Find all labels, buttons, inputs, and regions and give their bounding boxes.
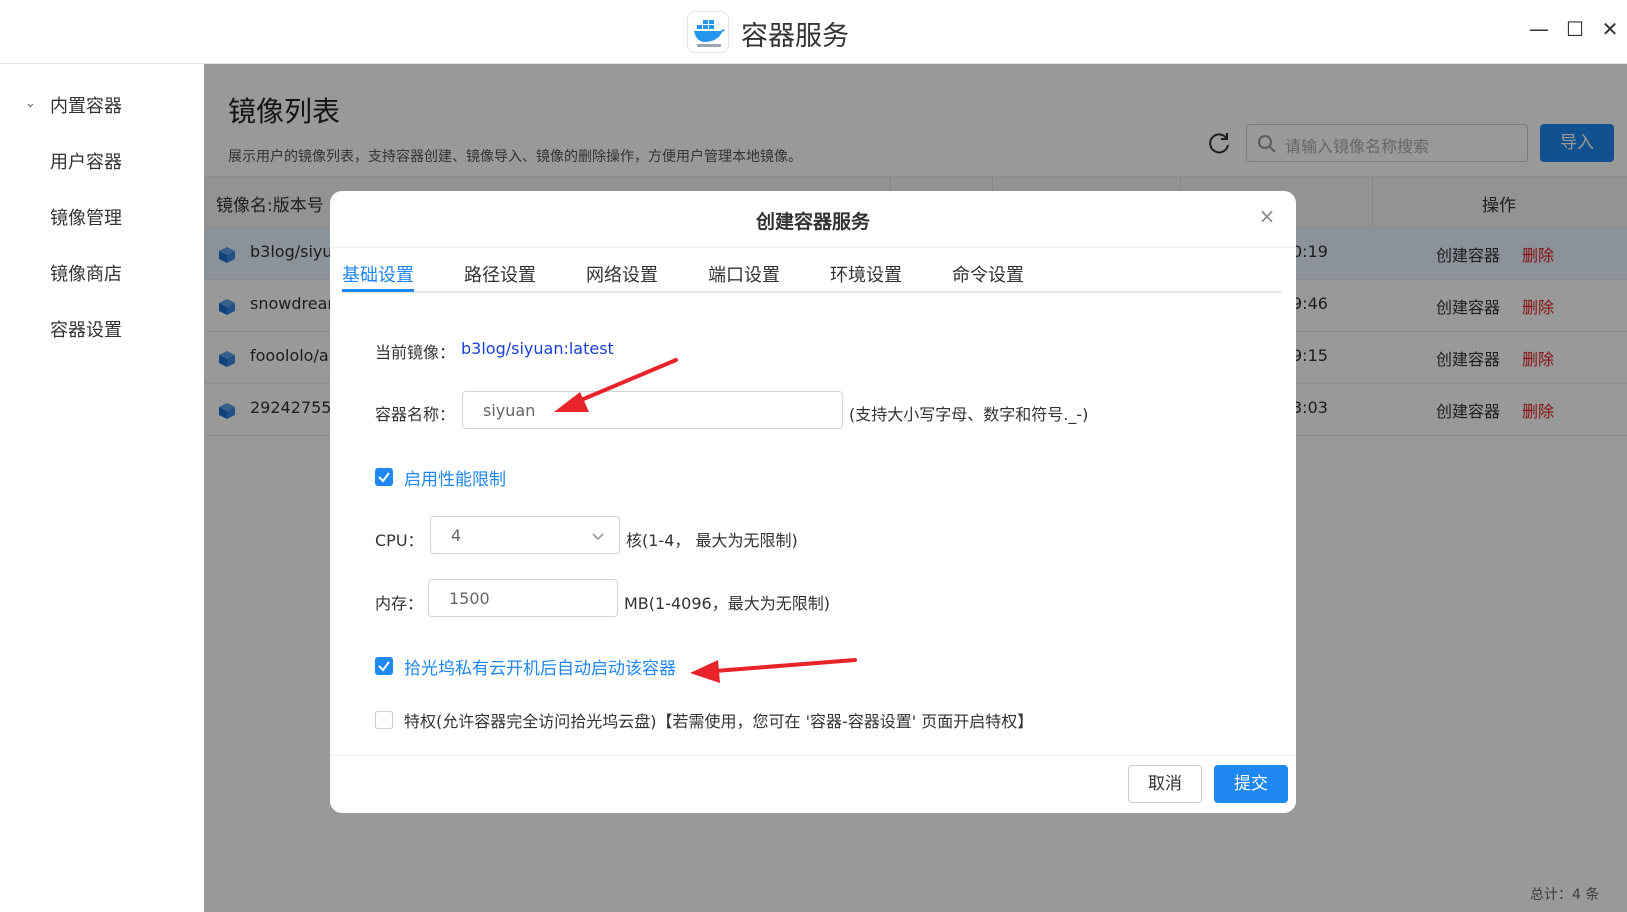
- sidebar-item-user-containers[interactable]: 用户容器: [50, 148, 122, 174]
- privileged-checkbox[interactable]: [375, 711, 393, 729]
- close-icon[interactable]: ×: [1256, 205, 1278, 227]
- tab-env-settings[interactable]: 环境设置: [830, 261, 902, 287]
- cpu-select[interactable]: 4: [430, 516, 620, 554]
- tab-command-settings[interactable]: 命令设置: [952, 261, 1024, 287]
- current-image-value: b3log/siyuan:latest: [461, 339, 614, 358]
- container-name-label: 容器名称：: [375, 405, 456, 424]
- minimize-icon[interactable]: —: [1524, 14, 1554, 44]
- sidebar: ⌄ 内置容器 用户容器 镜像管理 镜像商店 容器设置: [0, 64, 204, 912]
- container-name-input[interactable]: siyuan: [462, 391, 843, 429]
- divider: [330, 755, 1296, 756]
- chevron-down-icon: [592, 533, 604, 541]
- sidebar-item-builtin-containers[interactable]: 内置容器: [50, 92, 122, 118]
- memory-hint: MB(1-4096，最大为无限制): [624, 594, 830, 613]
- checkmark-icon: [378, 661, 390, 672]
- tab-port-settings[interactable]: 端口设置: [708, 261, 780, 287]
- cpu-value: 4: [451, 526, 462, 545]
- perf-limit-label[interactable]: 启用性能限制: [404, 465, 506, 490]
- chevron-down-icon[interactable]: ⌄: [25, 96, 36, 111]
- maximize-icon[interactable]: ☐: [1560, 14, 1590, 44]
- cpu-hint: 核(1-4， 最大为无限制): [626, 531, 798, 550]
- container-name-value: siyuan: [483, 401, 536, 420]
- tab-network-settings[interactable]: 网络设置: [586, 261, 658, 287]
- sidebar-item-image-store[interactable]: 镜像商店: [50, 260, 122, 286]
- cancel-button[interactable]: 取消: [1128, 765, 1202, 803]
- container-name-hint: (支持大小写字母、数字和符号._-): [849, 405, 1089, 424]
- memory-label: 内存：: [375, 594, 424, 613]
- sidebar-item-image-management[interactable]: 镜像管理: [50, 204, 122, 230]
- window-title: 容器服务: [741, 21, 849, 52]
- docker-logo-icon: [687, 11, 729, 53]
- divider: [330, 247, 1296, 248]
- current-image-label: 当前镜像：: [375, 343, 456, 362]
- tab-path-settings[interactable]: 路径设置: [464, 261, 536, 287]
- memory-value: 1500: [449, 589, 490, 608]
- create-container-dialog: 创建容器服务 × 基础设置 路径设置 网络设置 端口设置 环境设置 命令设置 当…: [330, 191, 1296, 813]
- cpu-label: CPU：: [375, 531, 424, 550]
- dialog-title: 创建容器服务: [755, 211, 870, 233]
- checkmark-icon: [378, 472, 390, 483]
- sidebar-item-container-settings[interactable]: 容器设置: [50, 316, 122, 342]
- submit-button[interactable]: 提交: [1214, 765, 1288, 803]
- tab-basic-settings[interactable]: 基础设置: [342, 261, 414, 287]
- perf-limit-checkbox[interactable]: [375, 468, 393, 486]
- autostart-checkbox[interactable]: [375, 657, 393, 675]
- memory-input[interactable]: 1500: [428, 579, 618, 617]
- privileged-label[interactable]: 特权(允许容器完全访问拾光坞云盘)【若需使用，您可在 '容器-容器设置' 页面开…: [404, 708, 1033, 732]
- tab-bar: 基础设置 路径设置 网络设置 端口设置 环境设置 命令设置: [342, 259, 1282, 293]
- autostart-label[interactable]: 拾光坞私有云开机后自动启动该容器: [404, 654, 676, 679]
- close-icon[interactable]: ✕: [1595, 14, 1625, 44]
- title-bar: 容器服务 — ☐ ✕: [0, 0, 1627, 64]
- active-tab-indicator: [342, 289, 414, 292]
